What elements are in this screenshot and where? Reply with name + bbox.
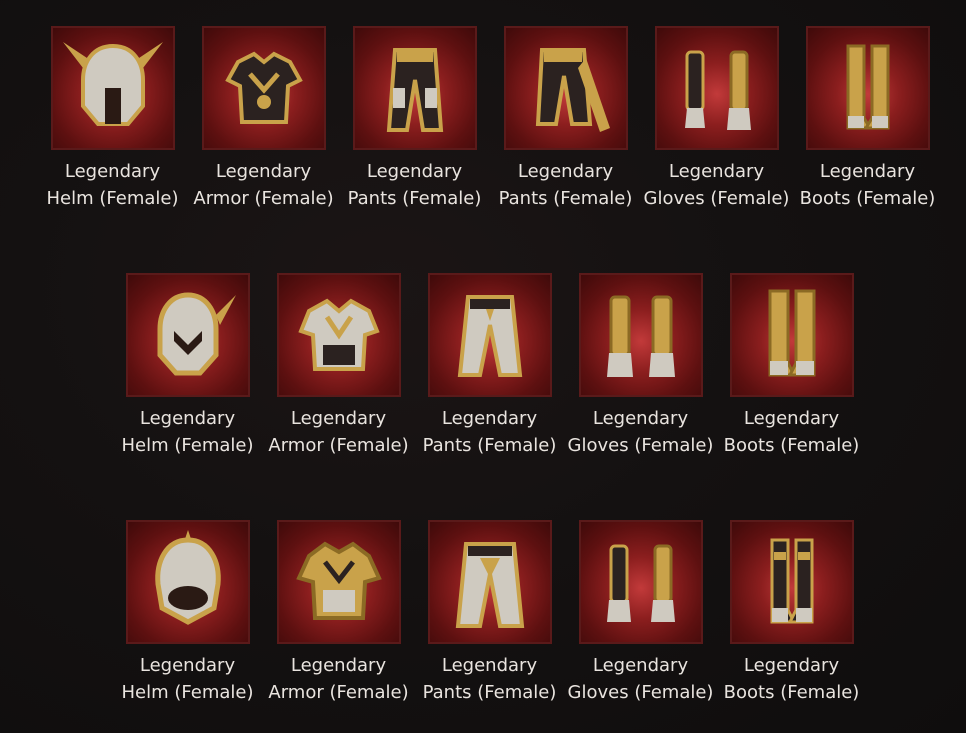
item-rarity: Legendary <box>215 161 312 182</box>
item-type: Gloves (Female) <box>567 682 714 703</box>
item-rarity: Legendary <box>441 408 538 429</box>
item-label: Legendary Boots (Female) <box>716 652 867 706</box>
helm-icon <box>50 26 175 150</box>
item-card[interactable]: Legendary Pants (Female) <box>414 273 565 459</box>
item-rarity: Legendary <box>592 655 689 676</box>
item-rarity: Legendary <box>139 408 236 429</box>
item-type: Pants (Female) <box>422 435 557 456</box>
item-rarity: Legendary <box>290 408 387 429</box>
item-label: Legendary Helm (Female) <box>112 652 263 706</box>
pants-icon <box>427 273 552 397</box>
item-label: Legendary Gloves (Female) <box>565 405 716 459</box>
item-type: Pants (Female) <box>498 188 633 209</box>
gloves-icon <box>654 26 779 150</box>
item-card[interactable]: Legendary Boots (Female) <box>716 273 867 459</box>
item-card[interactable]: Legendary Armor (Female) <box>263 520 414 706</box>
item-type: Boots (Female) <box>723 435 860 456</box>
item-type: Helm (Female) <box>121 435 254 456</box>
item-label: Legendary Armor (Female) <box>263 405 414 459</box>
item-rarity: Legendary <box>290 655 387 676</box>
item-label: Legendary Pants (Female) <box>339 158 490 212</box>
armor-icon <box>201 26 326 150</box>
item-rarity: Legendary <box>139 655 236 676</box>
item-card[interactable]: Legendary Helm (Female) <box>37 26 188 212</box>
item-card[interactable]: Legendary Gloves (Female) <box>641 26 792 212</box>
item-card[interactable]: Legendary Pants (Female) <box>414 520 565 706</box>
item-type: Helm (Female) <box>121 682 254 703</box>
item-type: Pants (Female) <box>347 188 482 209</box>
item-type: Gloves (Female) <box>643 188 790 209</box>
item-rarity: Legendary <box>64 161 161 182</box>
item-card[interactable]: Legendary Helm (Female) <box>112 273 263 459</box>
item-type: Boots (Female) <box>799 188 936 209</box>
item-rarity: Legendary <box>592 408 689 429</box>
item-label: Legendary Boots (Female) <box>792 158 943 212</box>
item-type: Pants (Female) <box>422 682 557 703</box>
item-card[interactable]: Legendary Helm (Female) <box>112 520 263 706</box>
item-card[interactable]: Legendary Pants (Female) <box>490 26 641 212</box>
item-type: Armor (Female) <box>268 435 409 456</box>
item-gallery: Legendary Helm (Female) Legendary Armor … <box>0 0 966 733</box>
pants-icon <box>427 520 552 644</box>
item-label: Legendary Pants (Female) <box>490 158 641 212</box>
helm-icon <box>125 273 250 397</box>
item-rarity: Legendary <box>517 161 614 182</box>
item-rarity: Legendary <box>366 161 463 182</box>
item-label: Legendary Armor (Female) <box>188 158 339 212</box>
item-label: Legendary Gloves (Female) <box>641 158 792 212</box>
pants-icon <box>352 26 477 150</box>
item-card[interactable]: Legendary Armor (Female) <box>263 273 414 459</box>
boots-icon <box>805 26 930 150</box>
gloves-icon <box>578 520 703 644</box>
item-label: Legendary Gloves (Female) <box>565 652 716 706</box>
item-rarity: Legendary <box>743 408 840 429</box>
item-type: Helm (Female) <box>46 188 179 209</box>
item-card[interactable]: Legendary Armor (Female) <box>188 26 339 212</box>
item-rarity: Legendary <box>668 161 765 182</box>
item-label: Legendary Helm (Female) <box>37 158 188 212</box>
item-type: Armor (Female) <box>193 188 334 209</box>
item-type: Armor (Female) <box>268 682 409 703</box>
helm-icon <box>125 520 250 644</box>
pants-icon <box>503 26 628 150</box>
boots-icon <box>729 273 854 397</box>
item-card[interactable]: Legendary Gloves (Female) <box>565 520 716 706</box>
item-card[interactable]: Legendary Boots (Female) <box>716 520 867 706</box>
item-card[interactable]: Legendary Boots (Female) <box>792 26 943 212</box>
item-label: Legendary Boots (Female) <box>716 405 867 459</box>
item-label: Legendary Pants (Female) <box>414 405 565 459</box>
item-rarity: Legendary <box>441 655 538 676</box>
item-label: Legendary Armor (Female) <box>263 652 414 706</box>
item-card[interactable]: Legendary Gloves (Female) <box>565 273 716 459</box>
item-type: Boots (Female) <box>723 682 860 703</box>
item-rarity: Legendary <box>743 655 840 676</box>
armor-icon <box>276 520 401 644</box>
item-label: Legendary Helm (Female) <box>112 405 263 459</box>
item-label: Legendary Pants (Female) <box>414 652 565 706</box>
boots-icon <box>729 520 854 644</box>
armor-icon <box>276 273 401 397</box>
item-card[interactable]: Legendary Pants (Female) <box>339 26 490 212</box>
item-type: Gloves (Female) <box>567 435 714 456</box>
gloves-icon <box>578 273 703 397</box>
item-rarity: Legendary <box>819 161 916 182</box>
